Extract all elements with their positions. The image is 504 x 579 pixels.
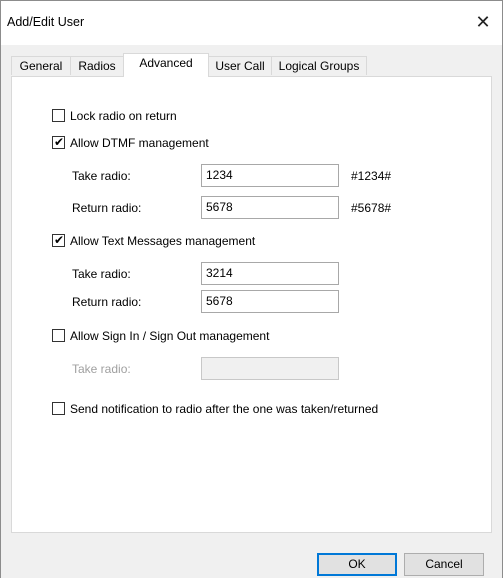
close-icon[interactable]: ✕ [470, 9, 496, 35]
add-edit-user-dialog: Add/Edit User ✕ General Radios Advanced … [0, 0, 503, 578]
dtmf-take-label: Take radio: [72, 169, 131, 183]
text-take-label: Take radio: [72, 267, 131, 281]
text-return-label: Return radio: [72, 295, 142, 309]
dtmf-take-input[interactable]: 1234 [201, 164, 339, 187]
sign-take-label: Take radio: [72, 362, 131, 376]
dtmf-return-code: #5678# [351, 201, 392, 215]
text-take-input[interactable]: 3214 [201, 262, 339, 285]
dtmf-return-label: Return radio: [72, 201, 142, 215]
dtmf-checkbox[interactable] [52, 134, 65, 150]
tab-logical-groups[interactable]: Logical Groups [271, 56, 367, 75]
lock-radio-checkbox[interactable] [52, 109, 65, 122]
dtmf-label: Allow DTMF management [70, 136, 209, 150]
ok-button[interactable]: OK [317, 553, 397, 576]
dtmf-take-code: #1234# [351, 169, 392, 183]
cancel-button[interactable]: Cancel [404, 553, 484, 576]
notify-label: Send notification to radio after the one… [70, 402, 379, 416]
text-messages-checkbox[interactable] [52, 232, 65, 248]
sign-in-out-label: Allow Sign In / Sign Out management [70, 329, 270, 343]
notify-checkbox[interactable] [52, 402, 65, 415]
tab-radios[interactable]: Radios [70, 56, 124, 75]
text-messages-label: Allow Text Messages management [70, 234, 256, 248]
title-bar: Add/Edit User ✕ [1, 1, 502, 45]
tab-general[interactable]: General [11, 56, 71, 75]
dtmf-return-input[interactable]: 5678 [201, 196, 339, 219]
tab-user-call[interactable]: User Call [208, 56, 272, 75]
sign-take-input [201, 357, 339, 380]
tab-advanced[interactable]: Advanced [123, 53, 209, 77]
lock-radio-label: Lock radio on return [70, 109, 177, 123]
text-return-input[interactable]: 5678 [201, 290, 339, 313]
sign-in-out-checkbox[interactable] [52, 329, 65, 342]
window-title: Add/Edit User [7, 15, 85, 29]
advanced-tab-panel: Lock radio on return Allow DTMF manageme… [11, 76, 492, 533]
dialog-body: General Radios Advanced User Call Logica… [1, 45, 502, 578]
